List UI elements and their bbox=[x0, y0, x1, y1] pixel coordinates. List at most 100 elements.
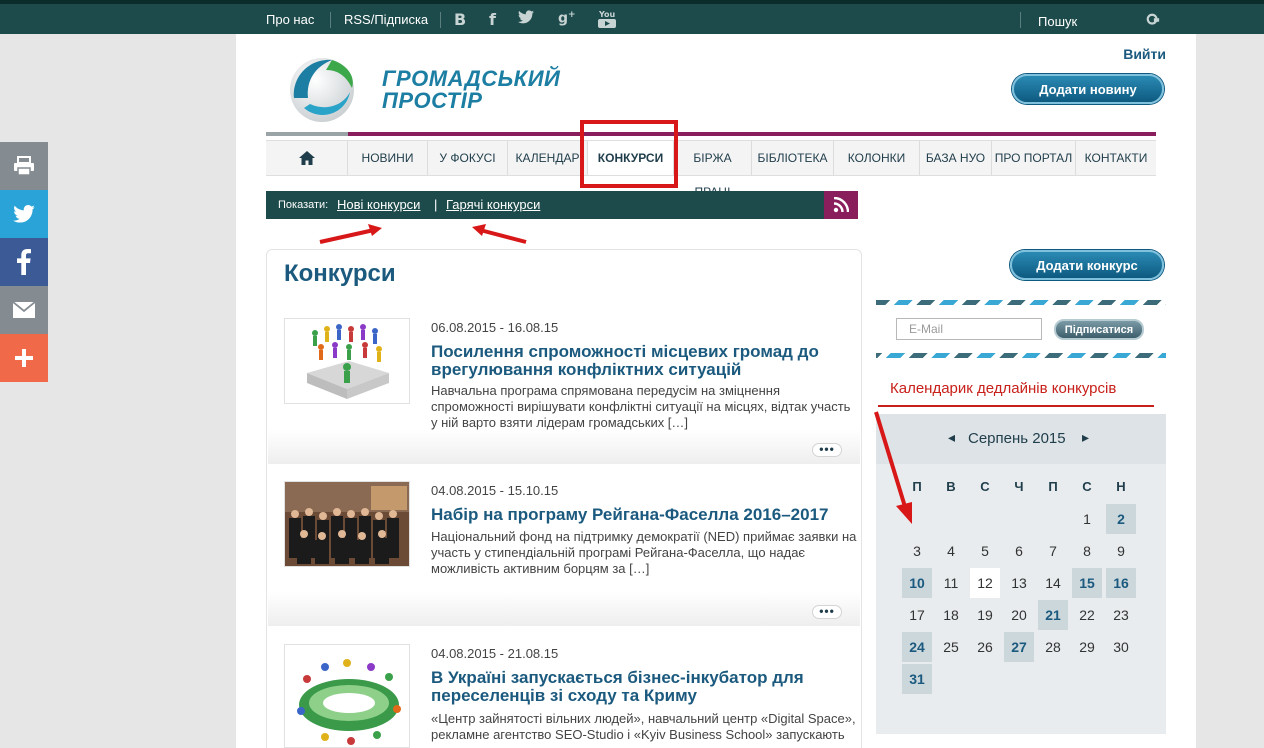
article-title[interactable]: Набір на програму Рейгана-Фаселла 2016–2… bbox=[431, 506, 831, 524]
calendar-day: 19 bbox=[977, 607, 993, 623]
calendar-weekday: Н bbox=[1116, 479, 1126, 494]
more-button[interactable]: ••• bbox=[812, 605, 842, 619]
top-separator bbox=[330, 12, 331, 28]
calendar-day: 13 bbox=[1011, 575, 1027, 591]
calendar-day: 25 bbox=[943, 639, 959, 655]
facebook-icon bbox=[17, 249, 31, 275]
twitter-share-button[interactable] bbox=[0, 190, 48, 238]
email-share-button[interactable] bbox=[0, 286, 48, 334]
logo-line-1: ГРОМАДСЬКИЙ bbox=[382, 66, 561, 91]
print-button[interactable] bbox=[0, 142, 48, 190]
plus-icon bbox=[15, 349, 33, 367]
twitter-icon bbox=[13, 205, 35, 223]
deadline-calendar: ◂ Серпень 2015 ▸ П В С Ч П С Н 1 2 3 4 5 6 7 8 9 10 11 12 1… bbox=[876, 414, 1166, 734]
calendar-day[interactable]: 31 bbox=[902, 664, 932, 694]
logout-link[interactable]: Вийти bbox=[1123, 46, 1166, 62]
calendar-day: 20 bbox=[1011, 607, 1027, 623]
nav-focus[interactable]: У ФОКУСІ bbox=[428, 141, 508, 175]
subscribe-button[interactable]: Підписатися bbox=[1054, 319, 1144, 340]
rss-button[interactable] bbox=[824, 191, 858, 219]
more-button[interactable]: ••• bbox=[812, 443, 842, 457]
article-excerpt: «Центр зайнятості вільних людей», навчал… bbox=[431, 711, 856, 742]
article-title[interactable]: В Україні запускається бізнес-інкубатор … bbox=[431, 669, 831, 705]
calendar-day[interactable]: 24 bbox=[902, 632, 932, 662]
annotation-arrow bbox=[472, 224, 527, 244]
calendar-weekday: С bbox=[1082, 479, 1092, 494]
new-contests-link[interactable]: Нові конкурси bbox=[337, 197, 420, 212]
calendar-day[interactable]: 16 bbox=[1106, 568, 1136, 598]
article-excerpt: Національний фонд на підтримку демократі… bbox=[431, 529, 857, 576]
nav-home[interactable] bbox=[266, 141, 348, 175]
article-divider bbox=[268, 592, 860, 626]
rss-link[interactable]: RSS/Підписка bbox=[344, 12, 428, 27]
calendar-day: 29 bbox=[1079, 639, 1095, 655]
about-link[interactable]: Про нас bbox=[266, 12, 314, 27]
calendar-weekday: С bbox=[980, 479, 990, 494]
calendar-day: 30 bbox=[1113, 639, 1129, 655]
calendar-day[interactable]: 27 bbox=[1004, 632, 1034, 662]
annotation-highlight-box bbox=[580, 120, 678, 188]
search-input[interactable] bbox=[1028, 10, 1164, 32]
annotation-arrow bbox=[874, 411, 912, 524]
facebook-icon[interactable]: f bbox=[489, 10, 496, 29]
article-thumbnail[interactable] bbox=[284, 644, 410, 748]
more-share-button[interactable] bbox=[0, 334, 48, 382]
vkontakte-icon[interactable]: B bbox=[454, 10, 466, 29]
article-title[interactable]: Посилення спроможності місцевих громад д… bbox=[431, 343, 831, 379]
nav-jobs[interactable]: БІРЖА ПРАЦІ bbox=[674, 141, 752, 199]
nav-calendar[interactable]: КАЛЕНДАР bbox=[508, 141, 588, 175]
article-date: 04.08.2015 - 21.08.15 bbox=[431, 646, 559, 661]
article-date: 04.08.2015 - 15.10.15 bbox=[431, 483, 559, 498]
article-date: 06.08.2015 - 16.08.15 bbox=[431, 320, 559, 335]
calendar-day[interactable]: 15 bbox=[1072, 568, 1102, 598]
email-field[interactable] bbox=[896, 318, 1042, 340]
add-news-button[interactable]: Додати новину bbox=[1012, 74, 1164, 104]
calendar-month: Серпень 2015 bbox=[968, 430, 1066, 447]
annotation-arrow bbox=[319, 224, 382, 244]
nav-about-portal[interactable]: ПРО ПОРТАЛ bbox=[992, 141, 1076, 175]
calendar-weekday: В bbox=[946, 479, 956, 494]
next-month-icon[interactable]: ▸ bbox=[1082, 430, 1089, 446]
calendar-day[interactable]: 10 bbox=[902, 568, 932, 598]
calendar-day: 9 bbox=[1117, 543, 1125, 559]
calendar-day: 12 bbox=[970, 568, 1000, 598]
calendar-day: 26 bbox=[977, 639, 993, 655]
filter-label: Показати: bbox=[278, 199, 329, 211]
calendar-day: 28 bbox=[1045, 639, 1061, 655]
puzzle-people-image bbox=[307, 324, 389, 399]
prev-month-icon[interactable]: ◂ bbox=[948, 430, 955, 446]
calendar-day[interactable]: 21 bbox=[1038, 600, 1068, 630]
filter-bar: Показати: Нові конкурси Гарячі конкурси bbox=[266, 191, 824, 219]
google-plus-icon[interactable]: g+ bbox=[558, 10, 576, 27]
rss-icon bbox=[833, 197, 849, 213]
nav-accent-line bbox=[266, 132, 348, 136]
calendar-day: 11 bbox=[943, 575, 959, 591]
nav-columns[interactable]: КОЛОНКИ bbox=[834, 141, 920, 175]
home-icon bbox=[298, 151, 315, 165]
nav-contacts[interactable]: КОНТАКТИ bbox=[1076, 141, 1156, 175]
calendar-header: ◂ Серпень 2015 ▸ bbox=[876, 414, 1166, 464]
article-thumbnail[interactable] bbox=[284, 481, 410, 567]
search-icon[interactable] bbox=[1146, 13, 1160, 27]
filter-separator: | bbox=[434, 197, 438, 212]
article-excerpt: Навчальна програма спрямована передусім … bbox=[431, 383, 851, 430]
nav-news[interactable]: НОВИНИ bbox=[348, 141, 428, 175]
youtube-icon[interactable]: You bbox=[597, 9, 617, 33]
calendar-day[interactable]: 2 bbox=[1106, 504, 1136, 534]
hot-contests-link[interactable]: Гарячі конкурси bbox=[446, 197, 540, 212]
calendar-day: 1 bbox=[1083, 511, 1091, 527]
twitter-icon[interactable] bbox=[518, 10, 534, 28]
calendar-day: 7 bbox=[1049, 543, 1057, 559]
calendar-day: 3 bbox=[913, 543, 921, 559]
print-icon bbox=[14, 156, 34, 176]
add-contest-button[interactable]: Додати конкурс bbox=[1010, 250, 1164, 280]
nav-ngo-base[interactable]: БАЗА НУО bbox=[920, 141, 992, 175]
calendar-day: 8 bbox=[1083, 543, 1091, 559]
logo-text[interactable]: ГРОМАДСЬКИЙ ПРОСТІР bbox=[382, 68, 560, 112]
nav-library[interactable]: БІБЛІОТЕКА bbox=[752, 141, 834, 175]
article-thumbnail[interactable] bbox=[284, 318, 410, 404]
top-separator bbox=[440, 12, 441, 28]
calendar-day: 23 bbox=[1113, 607, 1129, 623]
article-divider bbox=[268, 430, 860, 464]
facebook-share-button[interactable] bbox=[0, 238, 48, 286]
